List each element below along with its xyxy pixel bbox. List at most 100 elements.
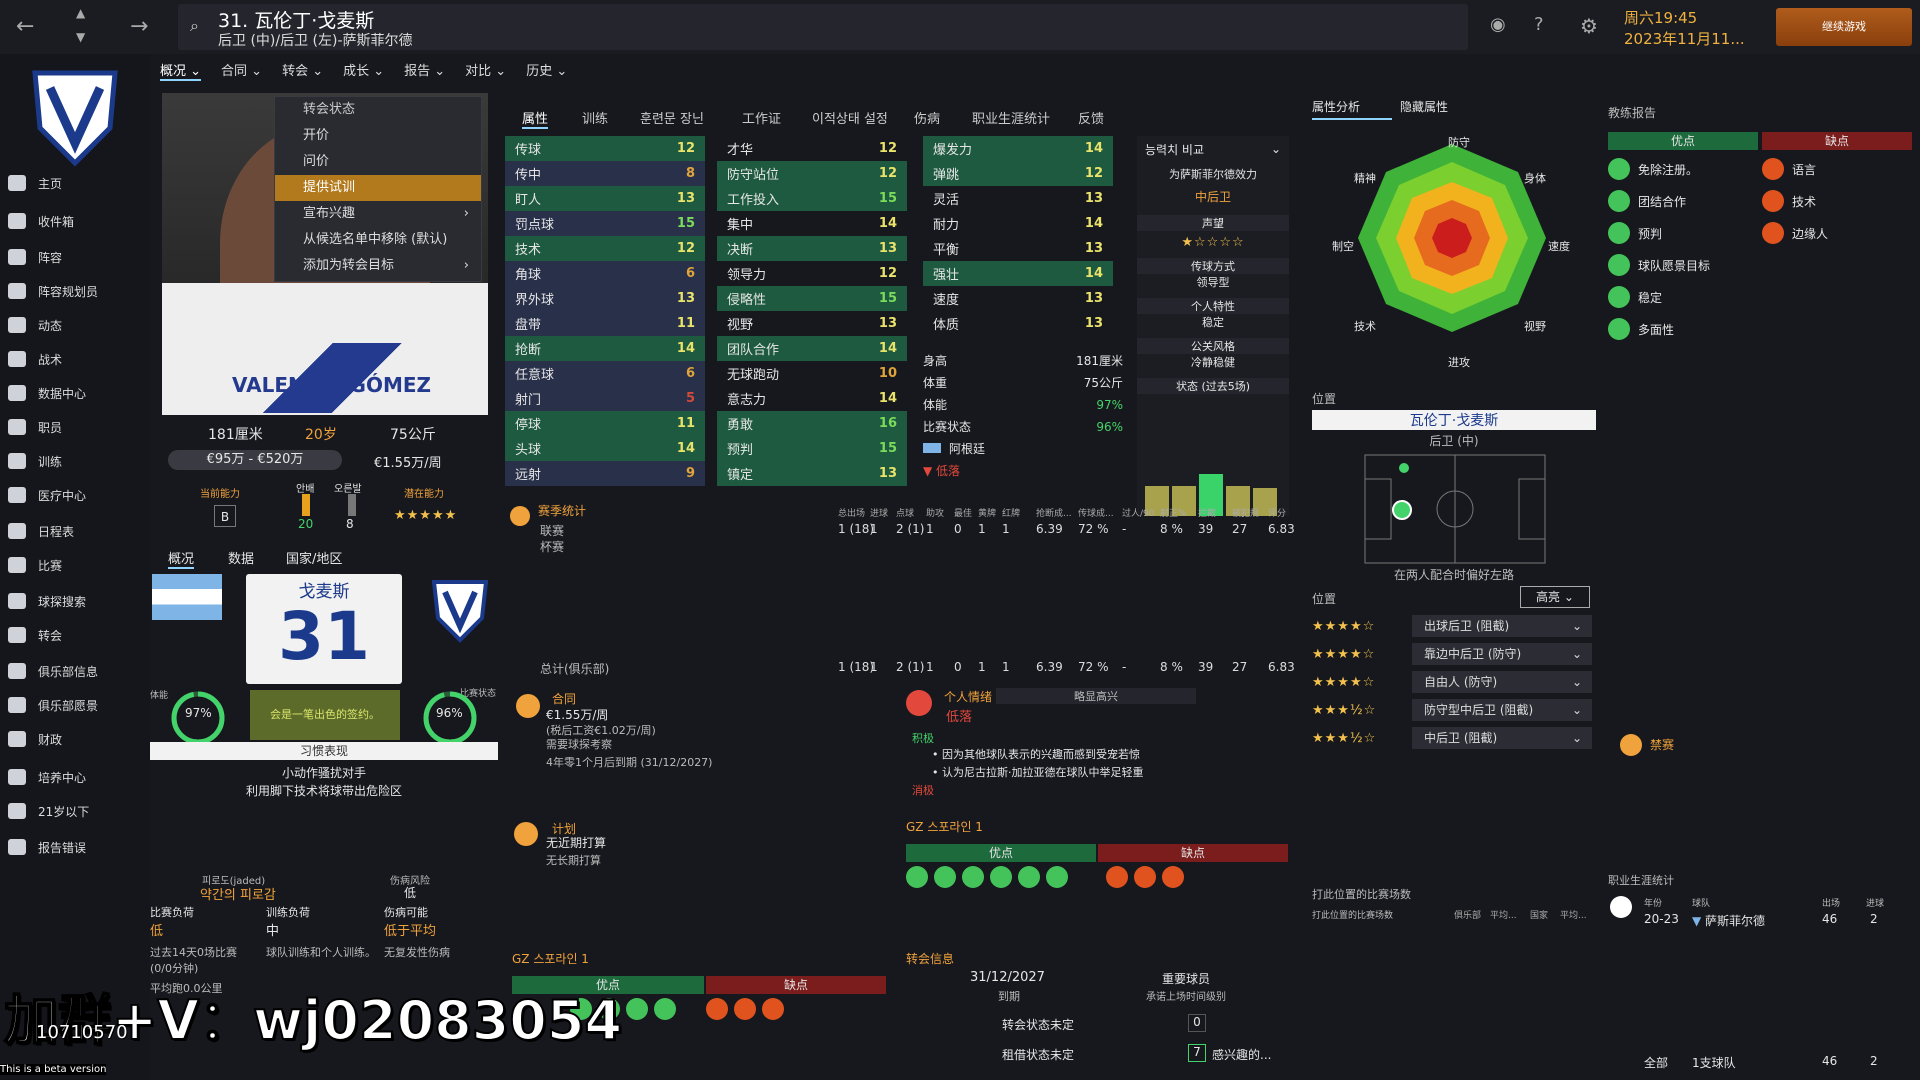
menu-2[interactable]: 转会 ⌄	[282, 60, 323, 79]
season-col-header: 红牌	[1002, 509, 1021, 519]
tab-attribute-analysis[interactable]: 属性分析	[1312, 98, 1392, 120]
sidebar-item[interactable]: 俱乐部愿景	[8, 694, 98, 716]
radar-panel: 属性分析 隐藏属性 防守 身体 速度 视野 进攻 技术 制空 精神	[1312, 98, 1596, 378]
gear-icon[interactable]: ⚙	[1580, 14, 1598, 38]
season-cell: -	[1122, 522, 1127, 536]
sidebar-item[interactable]: 俱乐部信息	[8, 660, 98, 682]
season-stats-title[interactable]: 赛季统计	[538, 502, 586, 519]
sidebar-item-label: 球探搜索	[38, 594, 87, 609]
position-row[interactable]: ★★★★☆ 靠边中后卫 (防守) ⌄	[1312, 642, 1592, 666]
sidebar-item[interactable]: 21岁以下	[8, 800, 89, 822]
compare-dropdown[interactable]: 능력치 비교 ⌄	[1137, 136, 1289, 162]
season-col-header: 传球成...	[1078, 509, 1114, 519]
sidebar-item[interactable]: 报告错误	[8, 836, 86, 858]
pro-icon	[1608, 318, 1630, 340]
attr-tab[interactable]: 属性	[522, 108, 549, 129]
sub-tab[interactable]: 国家/地区	[286, 548, 342, 567]
sidebar-item[interactable]: 比赛	[8, 554, 62, 576]
pro-label: 预判	[1638, 226, 1663, 241]
role-select[interactable]: 出球后卫 (阻截) ⌄	[1412, 615, 1592, 637]
position-row[interactable]: ★★★½☆ 中后卫 (阻截) ⌄	[1312, 726, 1592, 750]
dropdown-item[interactable]: 宣布兴趣 ›	[275, 201, 481, 227]
sidebar-item[interactable]: 转会	[8, 624, 62, 646]
attr-tab[interactable]: 伤病	[914, 108, 940, 127]
menu-5[interactable]: 对比 ⌄	[465, 60, 506, 79]
dropdown-item[interactable]: 开价	[275, 123, 481, 149]
help-icon[interactable]: ?	[1534, 14, 1544, 35]
position-list-title[interactable]: 位置	[1312, 590, 1336, 607]
dropdown-item[interactable]: 添加为转会目标 ›	[275, 253, 481, 279]
position-row[interactable]: ★★★★☆ 出球后卫 (阻截) ⌄	[1312, 614, 1592, 638]
fatigue-value: 약간의 피로감	[200, 888, 276, 903]
menu-6[interactable]: 历史 ⌄	[526, 60, 567, 79]
attribute-value: 15	[676, 216, 695, 231]
matches-by-position-title: 打此位置的比赛场数	[1312, 888, 1411, 901]
club-crest-small-icon	[431, 580, 489, 643]
up-icon[interactable]: ▲	[76, 6, 85, 20]
attribute-name: 集中	[727, 218, 754, 233]
highlight-dropdown[interactable]: 高亮 ⌄	[1520, 586, 1590, 608]
sidebar-item[interactable]: 收件箱	[8, 210, 74, 232]
attr-tab[interactable]: 工作证	[742, 108, 781, 127]
role-select[interactable]: 自由人 (防守) ⌄	[1412, 671, 1592, 693]
sidebar-item[interactable]: 阵容规划员	[8, 280, 98, 302]
role-select[interactable]: 靠边中后卫 (防守) ⌄	[1412, 643, 1592, 665]
sidebar-item[interactable]: 数据中心	[8, 382, 86, 404]
sidebar-item[interactable]: 阵容	[8, 246, 62, 268]
sub-tab[interactable]: 数据	[228, 548, 254, 567]
dropdown-item[interactable]: 问价	[275, 149, 481, 175]
sidebar-item[interactable]: 动态	[8, 314, 62, 336]
attribute-name: 传球	[515, 143, 542, 158]
sidebar-item[interactable]: 主页	[8, 172, 62, 194]
season-col-header: 最佳	[954, 509, 973, 519]
sidebar-item[interactable]: 职员	[8, 416, 62, 438]
position-row[interactable]: ★★★½☆ 防守型中后卫 (阻截) ⌄	[1312, 698, 1592, 722]
sidebar-item[interactable]: 日程表	[8, 520, 74, 542]
mood-icon	[906, 690, 932, 716]
role-select[interactable]: 中后卫 (阻截) ⌄	[1412, 727, 1592, 749]
contract-title[interactable]: 合同	[552, 690, 576, 707]
mood-dropdown[interactable]: 略显高兴	[996, 688, 1196, 704]
menu-1[interactable]: 合同 ⌄	[221, 60, 262, 79]
attribute-name: 技术	[515, 243, 542, 258]
continue-button[interactable]: 继续游戏	[1776, 8, 1912, 46]
season-col-header: 进球	[870, 509, 889, 519]
brain-icon[interactable]: ◉	[1490, 14, 1506, 35]
dropdown-item[interactable]: 提供试训	[275, 175, 481, 201]
attr-tab[interactable]: 이적상태 설정	[812, 108, 888, 127]
sidebar-item[interactable]: 财政	[8, 728, 62, 750]
sidebar-item[interactable]: 培养中心	[8, 766, 86, 788]
season-cell: 6.83	[1268, 522, 1295, 536]
total-label: 总计(俱乐部)	[540, 662, 610, 676]
tab-hidden-attributes[interactable]: 隐藏属性	[1400, 98, 1448, 115]
season-stats-panel: 赛季统计 联赛 杯赛 总计(俱乐部) 总出场 进球 点球 助攻 最佳 黄牌 红牌 抢断成...…	[510, 502, 1295, 678]
dropdown-item[interactable]: 从候选名单中移除 (默认)	[275, 227, 481, 253]
sidebar-item[interactable]: 球探搜索	[8, 590, 86, 612]
sidebar-item[interactable]: 战术	[8, 348, 62, 370]
attr-tab[interactable]: 训练	[582, 108, 608, 127]
back-icon[interactable]: ←	[16, 14, 34, 39]
ca-label: 当前能力	[200, 489, 240, 500]
forward-icon[interactable]: →	[130, 14, 148, 39]
menu-3[interactable]: 成长 ⌄	[343, 60, 384, 79]
menu-4[interactable]: 报告 ⌄	[404, 60, 445, 79]
radar-label: 速度	[1548, 240, 1570, 253]
radar-chart	[1358, 144, 1546, 332]
sub-tab[interactable]: 概况	[168, 548, 195, 569]
con-icon	[1762, 190, 1784, 212]
mood-title[interactable]: 个人情绪	[944, 688, 992, 705]
coach-pro-item: 稳定	[1608, 286, 1662, 308]
attr-tab[interactable]: 职业生涯统计	[972, 108, 1050, 127]
menu-0[interactable]: 概况 ⌄	[160, 60, 202, 81]
attribute-name: 镇定	[727, 468, 754, 483]
role-select[interactable]: 防守型中后卫 (阻截) ⌄	[1412, 699, 1592, 721]
attr-tab[interactable]: 反馈	[1078, 108, 1104, 127]
attribute-row: 头球 14	[505, 436, 705, 461]
attr-tab[interactable]: 훈련문 장닌	[640, 108, 704, 127]
search-bar[interactable]: ⌕ 31. 瓦伦丁·戈麦斯 后卫 (中)/后卫 (左)-萨斯菲尔德	[178, 4, 1468, 50]
sidebar-item[interactable]: 医疗中心	[8, 484, 86, 506]
sidebar-item[interactable]: 训练	[8, 450, 62, 472]
pitch-diagram	[1364, 454, 1546, 564]
position-row[interactable]: ★★★★☆ 自由人 (防守) ⌄	[1312, 670, 1592, 694]
down-icon[interactable]: ▼	[76, 30, 85, 44]
